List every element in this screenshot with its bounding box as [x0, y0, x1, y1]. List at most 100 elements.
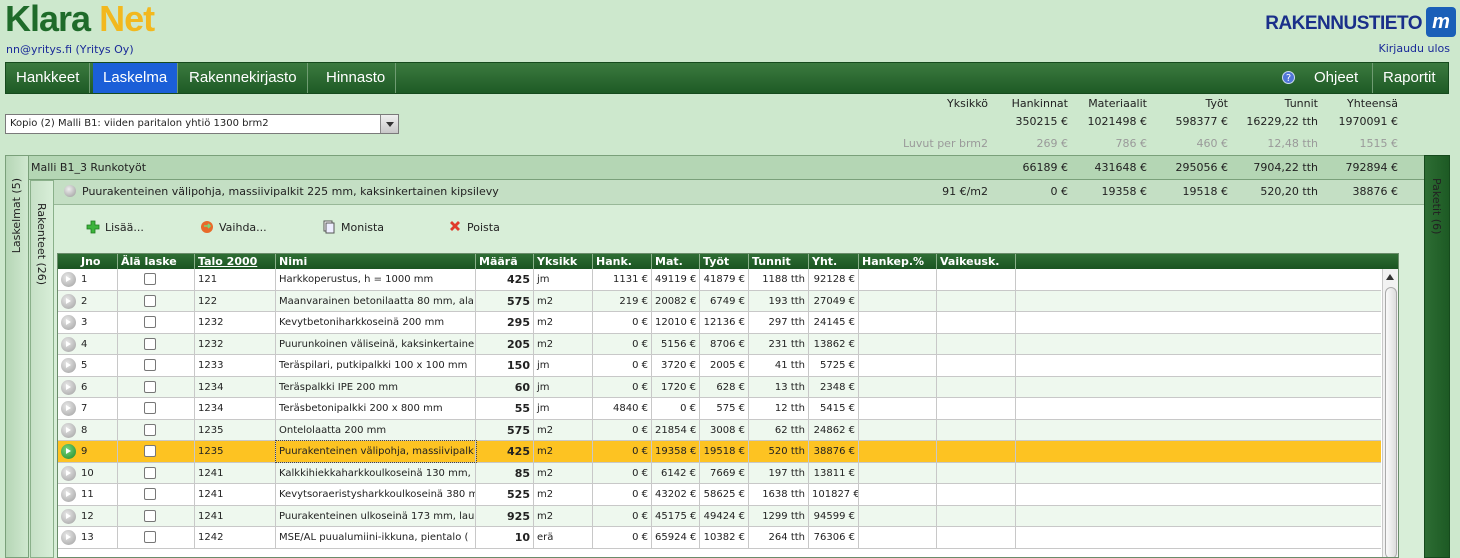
- tab-laskelma[interactable]: Laskelma: [93, 63, 179, 93]
- cell-yksikko[interactable]: m2: [534, 505, 593, 527]
- cell-tunnit[interactable]: 193 tth: [749, 290, 809, 312]
- cell-vaikeusk[interactable]: [937, 527, 1016, 548]
- ala-laske-checkbox[interactable]: [144, 316, 156, 328]
- col-hank-header[interactable]: Hank.: [593, 254, 652, 269]
- cell-nimi[interactable]: Puurakenteinen välipohja, massiivipalk: [275, 440, 477, 463]
- cell-yht[interactable]: 24145 €: [809, 312, 859, 333]
- row-arrow-icon[interactable]: [61, 465, 76, 481]
- cell-tyot[interactable]: 49424 €: [700, 505, 749, 527]
- ala-laske-checkbox[interactable]: [144, 402, 156, 414]
- cell-yht[interactable]: 101827 €: [809, 484, 859, 505]
- col-jno-header[interactable]: Jno: [78, 254, 118, 269]
- table-row[interactable]: 5 1233 Teräspilari, putkipalkki 100 x 100 …: [58, 355, 1381, 377]
- col-tyot-header[interactable]: Työt: [700, 254, 749, 269]
- cell-maara[interactable]: 525: [476, 484, 534, 505]
- delete-button[interactable]: Poista: [448, 220, 500, 234]
- cell-yksikko[interactable]: m2: [534, 484, 593, 505]
- col-talo2000-header[interactable]: Talo 2000: [195, 254, 276, 269]
- col-maara-header[interactable]: Määrä: [476, 254, 534, 269]
- cell-hankep[interactable]: [859, 505, 937, 527]
- cell-talo2000[interactable]: 1232: [195, 333, 276, 355]
- row-arrow-icon[interactable]: [61, 401, 76, 416]
- cell-nimi[interactable]: Teräspilari, putkipalkki 100 x 100 mm: [276, 355, 476, 376]
- col-mat-header[interactable]: Mat.: [652, 254, 700, 269]
- cell-maara[interactable]: 425: [476, 441, 534, 462]
- cell-yksikko[interactable]: erä: [534, 527, 593, 548]
- cell-yht[interactable]: 76306 €: [809, 527, 859, 548]
- cell-mat[interactable]: 21854 €: [652, 419, 700, 441]
- cell-maara[interactable]: 85: [476, 462, 534, 484]
- cell-tunnit[interactable]: 197 tth: [749, 462, 809, 484]
- cell-maara[interactable]: 425: [476, 269, 534, 290]
- cell-jno[interactable]: 6: [78, 376, 118, 398]
- cell-mat[interactable]: 20082 €: [652, 290, 700, 312]
- cell-talo2000[interactable]: 1241: [195, 484, 276, 505]
- cell-hankep[interactable]: [859, 312, 937, 333]
- cell-mat[interactable]: 6142 €: [652, 462, 700, 484]
- cell-mat[interactable]: 12010 €: [652, 312, 700, 333]
- cell-maara[interactable]: 575: [476, 419, 534, 441]
- table-row[interactable]: 4 1232 Puurunkoinen väliseinä, kaksinkerta…: [58, 333, 1381, 355]
- ala-laske-checkbox[interactable]: [144, 294, 156, 307]
- row-arrow-icon[interactable]: [61, 358, 76, 373]
- group-row[interactable]: Malli B1_3 Runkotyöt 66189 € 431648 € 29…: [29, 155, 1424, 180]
- cell-hank[interactable]: 0 €: [593, 312, 652, 333]
- cell-jno[interactable]: 7: [78, 398, 118, 419]
- cell-yht[interactable]: 24862 €: [809, 419, 859, 441]
- cell-nimi[interactable]: Kevytbetoniharkkoseinä 200 mm: [276, 312, 476, 333]
- cell-tunnit[interactable]: 264 tth: [749, 527, 809, 548]
- cell-yht[interactable]: 27049 €: [809, 290, 859, 312]
- cell-tyot[interactable]: 12136 €: [700, 312, 749, 333]
- cell-nimi[interactable]: Harkkoperustus, h = 1000 mm: [276, 269, 476, 290]
- item-row[interactable]: Puurakenteinen välipohja, massiivipalkit…: [54, 180, 1424, 205]
- cell-tyot[interactable]: 58625 €: [700, 484, 749, 505]
- cell-yht[interactable]: 13811 €: [809, 462, 859, 484]
- tab-hankkeet[interactable]: Hankkeet: [6, 63, 91, 93]
- cell-mat[interactable]: 5156 €: [652, 333, 700, 355]
- tab-rakennekirjasto[interactable]: Rakennekirjasto: [179, 63, 308, 93]
- cell-hank[interactable]: 1131 €: [593, 269, 652, 290]
- cell-yht[interactable]: 92128 €: [809, 269, 859, 290]
- cell-jno[interactable]: 3: [78, 312, 118, 333]
- cell-vaikeusk[interactable]: [937, 376, 1016, 398]
- cell-yksikko[interactable]: m2: [534, 441, 593, 462]
- cell-tyot[interactable]: 7669 €: [700, 462, 749, 484]
- cell-nimi[interactable]: Puurakenteinen ulkoseinä 173 mm, lau: [276, 505, 476, 527]
- logout-link[interactable]: Kirjaudu ulos: [1379, 42, 1451, 55]
- cell-tyot[interactable]: 8706 €: [700, 333, 749, 355]
- cell-vaikeusk[interactable]: [937, 269, 1016, 290]
- cell-hankep[interactable]: [859, 398, 937, 419]
- cell-hankep[interactable]: [859, 290, 937, 312]
- cell-hankep[interactable]: [859, 462, 937, 484]
- cell-hank[interactable]: 0 €: [593, 527, 652, 548]
- cell-mat[interactable]: 3720 €: [652, 355, 700, 376]
- cell-mat[interactable]: 65924 €: [652, 527, 700, 548]
- cell-hank[interactable]: 0 €: [593, 376, 652, 398]
- item-collapse-icon[interactable]: [64, 185, 76, 197]
- table-row[interactable]: 8 1235 Ontelolaatta 200 mm 575 m2 0 €21854 €3…: [58, 419, 1381, 441]
- cell-maara[interactable]: 10: [476, 527, 534, 548]
- cell-vaikeusk[interactable]: [937, 355, 1016, 376]
- row-arrow-icon[interactable]: [61, 272, 76, 287]
- cell-talo2000[interactable]: 1235: [195, 441, 276, 462]
- cell-hank[interactable]: 0 €: [593, 484, 652, 505]
- cell-yksikko[interactable]: m2: [534, 419, 593, 441]
- table-row[interactable]: 11 1241 Kevytsoraeristysharkkoulkoseinä 38…: [58, 484, 1381, 506]
- cell-jno[interactable]: 2: [78, 290, 118, 312]
- row-arrow-icon[interactable]: [61, 508, 76, 524]
- col-vaikeusk-header[interactable]: Vaikeusk.: [937, 254, 1016, 269]
- cell-maara[interactable]: 925: [476, 505, 534, 527]
- cell-tyot[interactable]: 628 €: [700, 376, 749, 398]
- cell-talo2000[interactable]: 1232: [195, 312, 276, 333]
- cell-maara[interactable]: 295: [476, 312, 534, 333]
- vertical-scrollbar[interactable]: [1382, 269, 1398, 557]
- cell-tyot[interactable]: 575 €: [700, 398, 749, 419]
- cell-maara[interactable]: 55: [476, 398, 534, 419]
- cell-yksikko[interactable]: jm: [534, 398, 593, 419]
- paketit-side-tab[interactable]: Paketit (6): [1424, 155, 1450, 558]
- ala-laske-checkbox[interactable]: [144, 359, 156, 371]
- cell-hank[interactable]: 4840 €: [593, 398, 652, 419]
- cell-vaikeusk[interactable]: [937, 290, 1016, 312]
- row-arrow-icon[interactable]: [61, 530, 76, 545]
- cell-vaikeusk[interactable]: [937, 462, 1016, 484]
